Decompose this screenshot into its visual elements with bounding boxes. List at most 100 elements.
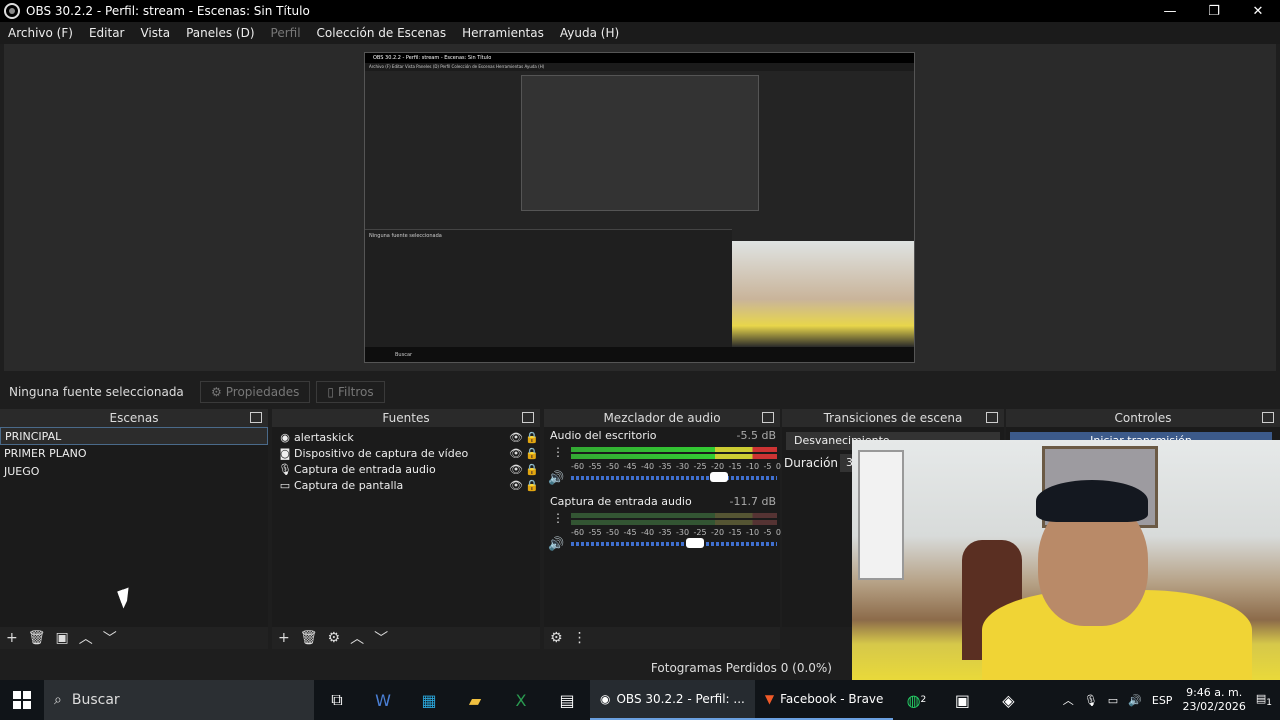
program-preview[interactable]: OBS 30.2.2 - Perfil: stream - Escenas: S…	[364, 52, 915, 363]
add-icon[interactable]: +	[6, 630, 18, 646]
taskbar-search[interactable]: ⌕ Buscar	[44, 680, 314, 720]
restore-button[interactable]: ❐	[1192, 0, 1236, 22]
chevron-up-icon[interactable]: ︿	[350, 628, 364, 648]
undock-icon[interactable]	[1262, 412, 1274, 423]
speaker-icon[interactable]: 🔊	[548, 537, 564, 552]
scale-tick: -40	[641, 528, 655, 537]
mixer-dock-header: Mezclador de audio	[544, 409, 780, 427]
undock-icon[interactable]	[522, 412, 534, 423]
scale-tick: -35	[658, 462, 672, 471]
gear-icon[interactable]: ⚙	[328, 630, 341, 646]
menu-herramientas[interactable]: Herramientas	[454, 26, 552, 40]
volume-slider[interactable]	[571, 472, 777, 482]
taskbar-obs-label: OBS 30.2.2 - Perfil: ...	[616, 692, 745, 706]
scene-item[interactable]: PRINCIPAL	[0, 427, 268, 445]
duration-label: Duración	[784, 456, 839, 470]
properties-button[interactable]: ⚙ Propiedades	[200, 381, 311, 403]
menu-paneles[interactable]: Paneles (D)	[178, 26, 262, 40]
source-row[interactable]: ◙ Dispositivo de captura de vídeo 👁 🔒	[272, 445, 540, 461]
minimize-button[interactable]: —	[1148, 0, 1192, 22]
lock-icon[interactable]: 🔒	[524, 447, 540, 460]
scenes-dock-header: Escenas	[0, 409, 268, 427]
whatsapp-icon[interactable]: ◍ 2	[893, 680, 939, 720]
virtualbox-icon[interactable]: ◈	[985, 680, 1031, 720]
webcam-background-door	[858, 450, 904, 580]
taskbar-brave-label: Facebook - Brave	[780, 692, 884, 706]
eye-icon[interactable]: 👁	[508, 447, 524, 460]
gear-icon: ⚙	[211, 385, 222, 399]
scale-tick: -60	[571, 462, 585, 471]
network-icon[interactable]: ▭	[1108, 694, 1118, 707]
task-view-icon[interactable]: ⧉	[314, 680, 360, 720]
eye-icon[interactable]: 👁	[508, 463, 524, 476]
menu-coleccion-escenas[interactable]: Colección de Escenas	[309, 26, 455, 40]
calculator-icon[interactable]: ▤	[544, 680, 590, 720]
chevron-down-icon[interactable]: ﹀	[103, 628, 117, 648]
clock-date: 23/02/2026	[1182, 700, 1246, 713]
filters-button[interactable]: ▯ Filtros	[316, 381, 385, 403]
taskbar-obs[interactable]: ◉ OBS 30.2.2 - Perfil: ...	[590, 680, 755, 720]
scene-filter-icon[interactable]: ▣	[56, 630, 69, 646]
meter-bar	[571, 447, 777, 452]
meter-bar	[571, 520, 777, 525]
menu-editar[interactable]: Editar	[81, 26, 133, 40]
source-row[interactable]: ▭ Captura de pantalla 👁 🔒	[272, 477, 540, 493]
scale-tick: -30	[676, 462, 690, 471]
word-icon[interactable]: W	[360, 680, 406, 720]
microphone-icon[interactable]: 🎙	[1084, 694, 1098, 707]
language-indicator[interactable]: ESP	[1152, 694, 1173, 707]
controls-title: Controles	[1114, 411, 1172, 425]
file-explorer-icon[interactable]: ▰	[452, 680, 498, 720]
sources-dock-header: Fuentes	[272, 409, 540, 427]
eye-icon[interactable]: 👁	[508, 431, 524, 444]
menu-perfil[interactable]: Perfil	[263, 26, 309, 40]
properties-label: Propiedades	[225, 385, 300, 399]
volume-knob[interactable]	[710, 472, 729, 482]
trash-icon[interactable]: 🗑	[28, 630, 46, 646]
lock-icon[interactable]: 🔒	[524, 431, 540, 444]
scene-item[interactable]: PRIMER PLANO	[0, 445, 268, 463]
store-icon[interactable]: ▦	[406, 680, 452, 720]
speaker-icon[interactable]: 🔊	[548, 471, 564, 486]
lock-icon[interactable]: 🔒	[524, 463, 540, 476]
preview-nested-capture	[521, 75, 759, 211]
clock[interactable]: 9:46 a. m. 23/02/2026	[1182, 686, 1245, 714]
transitions-dock-header: Transiciones de escena	[782, 409, 1004, 427]
source-row[interactable]: 🎙 Captura de entrada audio 👁 🔒	[272, 461, 540, 477]
trash-icon[interactable]: 🗑	[300, 630, 318, 646]
chevron-up-icon[interactable]: ︿	[1063, 692, 1074, 708]
more-icon[interactable]: ⋮	[552, 511, 564, 525]
taskbar-brave[interactable]: ▼ Facebook - Brave	[754, 680, 894, 720]
chevron-down-icon[interactable]: ﹀	[374, 628, 388, 648]
preview-title: OBS 30.2.2 - Perfil: stream - Escenas: S…	[365, 53, 914, 63]
excel-icon[interactable]: X	[498, 680, 544, 720]
add-icon[interactable]: +	[278, 630, 290, 646]
menu-vista[interactable]: Vista	[132, 26, 178, 40]
scale-tick: -5	[763, 462, 772, 471]
close-button[interactable]: ✕	[1236, 0, 1280, 22]
notification-icon[interactable]: ▤1	[1256, 692, 1272, 708]
menu-archivo[interactable]: Archivo (F)	[0, 26, 81, 40]
brave-icon: ▼	[764, 692, 775, 706]
undock-icon[interactable]	[762, 412, 774, 423]
source-row[interactable]: ◉ alertaskick 👁 🔒	[272, 429, 540, 445]
eye-icon[interactable]: 👁	[508, 479, 524, 492]
filter-icon: ▯	[327, 385, 334, 399]
undock-icon[interactable]	[986, 412, 998, 423]
windows-start-icon[interactable]	[0, 680, 44, 720]
volume-icon[interactable]: 🔊	[1128, 694, 1142, 707]
advanced-audio-gear-icon[interactable]: ⚙	[550, 630, 563, 646]
scene-item[interactable]: JUEGO	[0, 463, 268, 481]
track-name: Audio del escritorio	[550, 429, 657, 442]
track-db: -5.5 dB	[736, 429, 777, 442]
menu-ayuda[interactable]: Ayuda (H)	[552, 26, 627, 40]
camera-app-icon[interactable]: ▣	[939, 680, 985, 720]
preview-webcam	[732, 241, 914, 347]
more-icon[interactable]: ⋮	[552, 445, 564, 459]
more-icon[interactable]: ⋮	[573, 630, 587, 646]
lock-icon[interactable]: 🔒	[524, 479, 540, 492]
undock-icon[interactable]	[250, 412, 262, 423]
chevron-up-icon[interactable]: ︿	[79, 628, 93, 648]
volume-slider[interactable]	[571, 538, 777, 548]
volume-knob[interactable]	[685, 538, 704, 548]
